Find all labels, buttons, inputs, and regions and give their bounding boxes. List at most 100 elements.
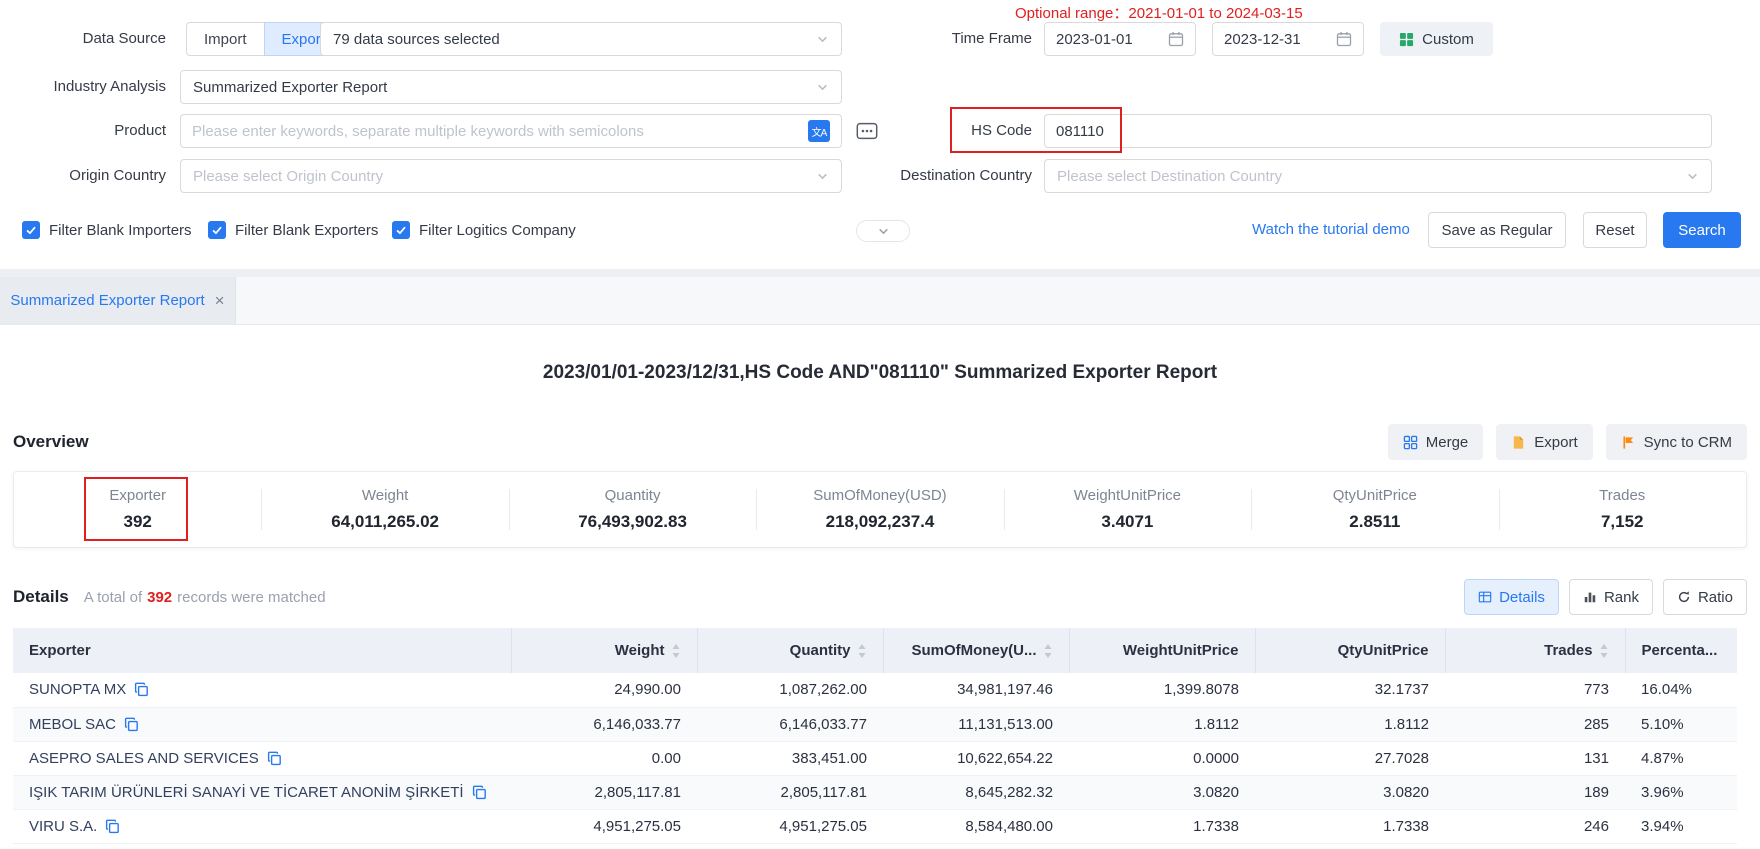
product-keywords-field[interactable]: 文A: [180, 114, 842, 148]
tab-summarized-exporter-report[interactable]: Summarized Exporter Report ×: [0, 277, 236, 324]
stat-value: 392: [124, 512, 152, 532]
merge-button[interactable]: Merge: [1388, 424, 1484, 460]
export-label: Export: [1534, 434, 1577, 451]
header-label: SumOfMoney(U...: [911, 642, 1036, 659]
header-label: WeightUnitPrice: [1123, 642, 1239, 659]
sort-icon: [1599, 643, 1609, 659]
cell-weight: 6,146,033.77: [511, 707, 697, 741]
chevron-down-icon: [877, 225, 890, 238]
view-rank-button[interactable]: Rank: [1569, 579, 1653, 615]
header-percentage: Percenta...: [1625, 628, 1737, 673]
copy-icon[interactable]: [267, 751, 282, 766]
exporter-name-link[interactable]: VIRU S.A.: [29, 818, 97, 835]
origin-country-select[interactable]: Please select Origin Country: [180, 159, 842, 193]
header-weight[interactable]: Weight: [511, 628, 697, 673]
destination-country-select[interactable]: Please select Destination Country: [1044, 159, 1712, 193]
chevron-down-icon: [816, 33, 829, 46]
header-trades[interactable]: Trades: [1445, 628, 1625, 673]
cell-exporter: MEBOL SAC: [13, 707, 511, 741]
exporter-name-link[interactable]: IŞIK TARIM ÜRÜNLERİ SANAYİ VE TİCARET AN…: [29, 784, 464, 801]
sync-to-crm-button[interactable]: Sync to CRM: [1606, 424, 1747, 460]
overview-header: Overview Merge Export Sync to CRM: [13, 424, 1747, 460]
view-ratio-label: Ratio: [1698, 589, 1733, 606]
save-as-regular-button[interactable]: Save as Regular: [1428, 212, 1566, 248]
merge-label: Merge: [1426, 434, 1469, 451]
date-start-field[interactable]: [1044, 22, 1196, 56]
exporter-name-link[interactable]: SUNOPTA MX: [29, 681, 126, 698]
filter-logistics-company-checkbox[interactable]: Filter Logitics Company: [392, 221, 576, 239]
destination-country-placeholder: Please select Destination Country: [1057, 168, 1678, 185]
industry-analysis-select[interactable]: Summarized Exporter Report: [180, 70, 842, 104]
destination-country-label: Destination Country: [880, 159, 1032, 193]
cell-qty-unit-price: 32.1737: [1255, 673, 1445, 707]
exporter-name-link[interactable]: MEBOL SAC: [29, 716, 116, 733]
search-button[interactable]: Search: [1663, 212, 1741, 248]
checkbox-checked-icon: [208, 221, 226, 239]
cell-weight-unit-price: 1.8112: [1069, 707, 1255, 741]
cell-quantity: 1,087,262.00: [697, 673, 883, 707]
cell-exporter: SUNOPTA MX: [13, 673, 511, 707]
cell-quantity: 6,146,033.77: [697, 707, 883, 741]
translate-icon[interactable]: 文A: [808, 120, 830, 142]
export-file-icon: [1511, 435, 1526, 450]
cell-qty-unit-price: 1.7338: [1255, 809, 1445, 843]
summary-prefix: A total of: [84, 589, 142, 606]
cell-percentage: 3.94%: [1625, 809, 1737, 843]
cell-quantity: 383,451.00: [697, 741, 883, 775]
import-toggle-button[interactable]: Import: [186, 22, 264, 56]
rank-bars-icon: [1583, 590, 1597, 604]
hs-code-input[interactable]: [1056, 123, 1700, 140]
date-end-input[interactable]: [1224, 31, 1328, 48]
cell-sum-of-money: 10,622,654.22: [883, 741, 1069, 775]
export-button[interactable]: Export: [1496, 424, 1592, 460]
header-exporter: Exporter: [13, 628, 511, 673]
collapse-filters-button[interactable]: [856, 220, 910, 242]
view-ratio-button[interactable]: Ratio: [1663, 579, 1747, 615]
view-details-button[interactable]: Details: [1464, 579, 1559, 615]
time-frame-label: Time Frame: [900, 22, 1032, 56]
custom-range-button[interactable]: Custom: [1380, 22, 1493, 56]
hs-code-field[interactable]: [1044, 114, 1712, 148]
cell-weight: 2,805,117.81: [511, 775, 697, 809]
data-source-select[interactable]: 79 data sources selected: [320, 22, 842, 56]
chevron-down-icon: [816, 170, 829, 183]
copy-icon[interactable]: [105, 819, 120, 834]
view-rank-label: Rank: [1604, 589, 1639, 606]
header-label: Percenta...: [1642, 642, 1718, 659]
header-sum-of-money[interactable]: SumOfMoney(U...: [883, 628, 1069, 673]
data-source-label: Data Source: [0, 22, 166, 56]
checkbox-label: Filter Blank Importers: [49, 222, 192, 239]
cell-weight-unit-price: 0.0000: [1069, 741, 1255, 775]
reset-button[interactable]: Reset: [1583, 212, 1647, 248]
cell-weight-unit-price: 3.0820: [1069, 775, 1255, 809]
report-title: 2023/01/01-2023/12/31,HS Code AND"081110…: [0, 362, 1760, 384]
stat-label: QtyUnitPrice: [1333, 487, 1417, 504]
copy-icon[interactable]: [134, 682, 149, 697]
industry-analysis-value: Summarized Exporter Report: [193, 79, 808, 96]
filter-blank-importers-checkbox[interactable]: Filter Blank Importers: [22, 221, 192, 239]
copy-icon[interactable]: [472, 785, 487, 800]
tutorial-link[interactable]: Watch the tutorial demo: [1252, 212, 1410, 248]
date-end-field[interactable]: [1212, 22, 1364, 56]
details-view-switch: Details Rank Ratio: [1464, 579, 1747, 615]
tab-close-icon[interactable]: ×: [215, 292, 225, 309]
header-quantity[interactable]: Quantity: [697, 628, 883, 673]
details-summary: A total of 392 records were matched: [84, 589, 326, 606]
details-table: Exporter Weight Quantity SumOfMoney(U...…: [13, 628, 1737, 844]
chevron-down-icon: [1686, 170, 1699, 183]
overview-heading: Overview: [13, 432, 89, 452]
cell-weight: 4,951,275.05: [511, 809, 697, 843]
filter-blank-exporters-checkbox[interactable]: Filter Blank Exporters: [208, 221, 378, 239]
cell-weight: 0.00: [511, 741, 697, 775]
product-assistant-icon[interactable]: [854, 118, 880, 144]
header-weight-unit-price: WeightUnitPrice: [1069, 628, 1255, 673]
exporter-name-link[interactable]: ASEPRO SALES AND SERVICES: [29, 750, 259, 767]
date-start-input[interactable]: [1056, 31, 1160, 48]
cell-exporter: VIRU S.A.: [13, 809, 511, 843]
product-keywords-input[interactable]: [192, 123, 800, 140]
cell-sum-of-money: 8,645,282.32: [883, 775, 1069, 809]
stat-label: Exporter: [109, 487, 166, 504]
sort-icon: [671, 643, 681, 659]
copy-icon[interactable]: [124, 717, 139, 732]
cell-quantity: 2,805,117.81: [697, 775, 883, 809]
